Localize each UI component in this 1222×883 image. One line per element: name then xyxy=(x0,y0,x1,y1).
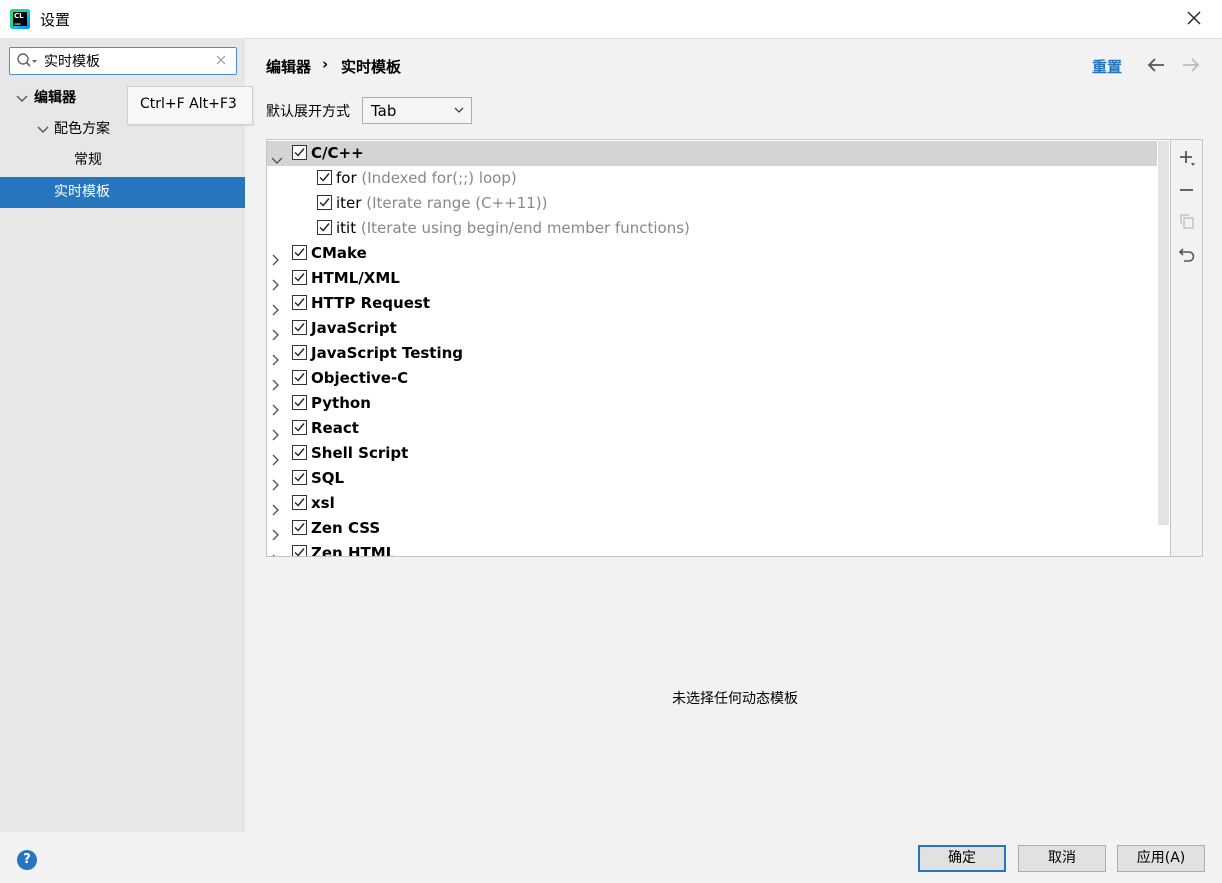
group-checkbox[interactable] xyxy=(292,270,307,285)
group-checkbox[interactable] xyxy=(292,320,307,335)
chevron-down-icon[interactable] xyxy=(16,94,28,104)
no-template-selected-message: 未选择任何动态模板 xyxy=(672,691,798,707)
group-name: JavaScript Testing xyxy=(311,344,464,362)
clear-search-icon[interactable] xyxy=(214,53,228,71)
group-name: React xyxy=(311,419,359,437)
template-group-row[interactable]: JavaScript xyxy=(267,316,1157,341)
group-name: JavaScript xyxy=(311,319,397,337)
group-name: CMake xyxy=(311,244,367,262)
back-arrow-icon[interactable] xyxy=(1146,56,1166,78)
template-group-row[interactable]: Objective-C xyxy=(267,366,1157,391)
sidebar-item-label: 配色方案 xyxy=(54,121,110,137)
chevron-down-icon[interactable] xyxy=(37,125,49,135)
group-name: HTTP Request xyxy=(311,294,430,312)
breadcrumb-separator-icon: › xyxy=(322,55,329,73)
sidebar-item-label: 编辑器 xyxy=(34,90,76,106)
apply-button[interactable]: 应用(A) xyxy=(1117,845,1205,872)
chevron-right-icon[interactable] xyxy=(271,549,281,556)
template-checkbox[interactable] xyxy=(317,195,332,210)
group-checkbox[interactable] xyxy=(292,495,307,510)
template-description: (Iterate using begin/end member function… xyxy=(360,219,690,237)
group-name: Objective-C xyxy=(311,369,409,387)
template-group-row[interactable]: JavaScript Testing xyxy=(267,341,1157,366)
template-description: (Indexed for(;;) loop) xyxy=(361,169,517,187)
group-checkbox[interactable] xyxy=(292,445,307,460)
group-checkbox[interactable] xyxy=(292,470,307,485)
group-name: HTML/XML xyxy=(311,269,400,287)
restore-defaults-icon[interactable] xyxy=(1178,245,1196,263)
template-group-row[interactable]: React xyxy=(267,416,1157,441)
sidebar-item-label: 常规 xyxy=(74,152,102,168)
template-checkbox[interactable] xyxy=(317,220,332,235)
template-abbreviation: for (Indexed for(;;) loop) xyxy=(336,166,517,191)
template-checkbox[interactable] xyxy=(317,170,332,185)
template-abbreviation: itit (Iterate using begin/end member fun… xyxy=(336,216,690,241)
breadcrumb-editor[interactable]: 编辑器 xyxy=(266,56,311,77)
settings-search-field[interactable]: 实时模板 xyxy=(9,47,237,75)
group-name: xsl xyxy=(311,494,335,512)
group-name: Python xyxy=(311,394,371,412)
template-group-row[interactable]: Python xyxy=(267,391,1157,416)
add-icon[interactable] xyxy=(1178,149,1196,167)
template-group-row[interactable]: Shell Script xyxy=(267,441,1157,466)
group-name: SQL xyxy=(311,469,345,487)
template-group-row[interactable]: Zen CSS xyxy=(267,516,1157,541)
title-bar: CL — 设置 xyxy=(0,0,1222,39)
help-icon[interactable]: ? xyxy=(17,850,37,870)
template-name: for xyxy=(336,169,357,187)
group-checkbox[interactable] xyxy=(292,295,307,310)
shortcut-tooltip: Ctrl+F Alt+F3 xyxy=(127,86,253,125)
template-group-row[interactable]: HTML/XML xyxy=(267,266,1157,291)
group-name: Zen HTML xyxy=(311,544,396,557)
search-input[interactable]: 实时模板 xyxy=(44,51,100,71)
group-checkbox[interactable] xyxy=(292,420,307,435)
template-group-row[interactable]: Zen HTML xyxy=(267,541,1157,557)
sidebar-item-live-templates[interactable]: 实时模板 xyxy=(0,177,245,208)
sidebar-item-general[interactable]: 常规 xyxy=(0,145,245,176)
template-description: (Iterate range (C++11)) xyxy=(366,194,548,212)
chevron-down-icon xyxy=(454,107,464,113)
group-checkbox[interactable] xyxy=(292,395,307,410)
window-title: 设置 xyxy=(40,11,71,29)
template-group-row[interactable]: CMake xyxy=(267,241,1157,266)
template-group-row[interactable]: C/C++ xyxy=(267,141,1157,166)
sidebar-item-label: 实时模板 xyxy=(54,184,110,200)
expand-with-label: 默认展开方式 xyxy=(266,104,350,120)
cancel-button[interactable]: 取消 xyxy=(1018,845,1106,872)
template-group-row[interactable]: xsl xyxy=(267,491,1157,516)
template-row[interactable]: for (Indexed for(;;) loop) xyxy=(267,166,1157,191)
reset-link[interactable]: 重置 xyxy=(1092,56,1122,77)
copy-icon[interactable] xyxy=(1178,212,1196,230)
group-checkbox[interactable] xyxy=(292,245,307,260)
search-icon[interactable] xyxy=(16,52,38,74)
template-row[interactable]: iter (Iterate range (C++11)) xyxy=(267,191,1157,216)
close-icon[interactable] xyxy=(1184,8,1204,28)
group-name: Shell Script xyxy=(311,444,409,462)
expand-with-select[interactable]: Tab xyxy=(362,97,472,124)
group-name: C/C++ xyxy=(311,144,364,162)
template-group-row[interactable]: HTTP Request xyxy=(267,291,1157,316)
expand-with-value: Tab xyxy=(371,102,397,120)
tooltip-text: Ctrl+F Alt+F3 xyxy=(140,96,237,112)
templates-toolbar xyxy=(1171,139,1203,557)
clion-app-icon: CL — xyxy=(10,9,30,29)
group-checkbox[interactable] xyxy=(292,545,307,556)
template-name: iter xyxy=(336,194,362,212)
template-name: itit xyxy=(336,219,357,237)
ok-button[interactable]: 确定 xyxy=(918,845,1006,872)
group-checkbox[interactable] xyxy=(292,370,307,385)
live-templates-tree[interactable]: C/C++ for (Indexed for(;;) loop) iter (Ite… xyxy=(266,139,1171,557)
breadcrumb-live-templates: 实时模板 xyxy=(341,58,402,76)
group-checkbox[interactable] xyxy=(292,145,307,160)
group-checkbox[interactable] xyxy=(292,520,307,535)
template-group-row[interactable]: SQL xyxy=(267,466,1157,491)
group-name: Zen CSS xyxy=(311,519,381,537)
group-checkbox[interactable] xyxy=(292,345,307,360)
template-row[interactable]: itit (Iterate using begin/end member fun… xyxy=(267,216,1157,241)
vertical-scrollbar[interactable] xyxy=(1158,141,1169,525)
forward-arrow-icon[interactable] xyxy=(1181,56,1201,78)
remove-icon[interactable] xyxy=(1178,181,1196,199)
template-abbreviation: iter (Iterate range (C++11)) xyxy=(336,191,548,216)
